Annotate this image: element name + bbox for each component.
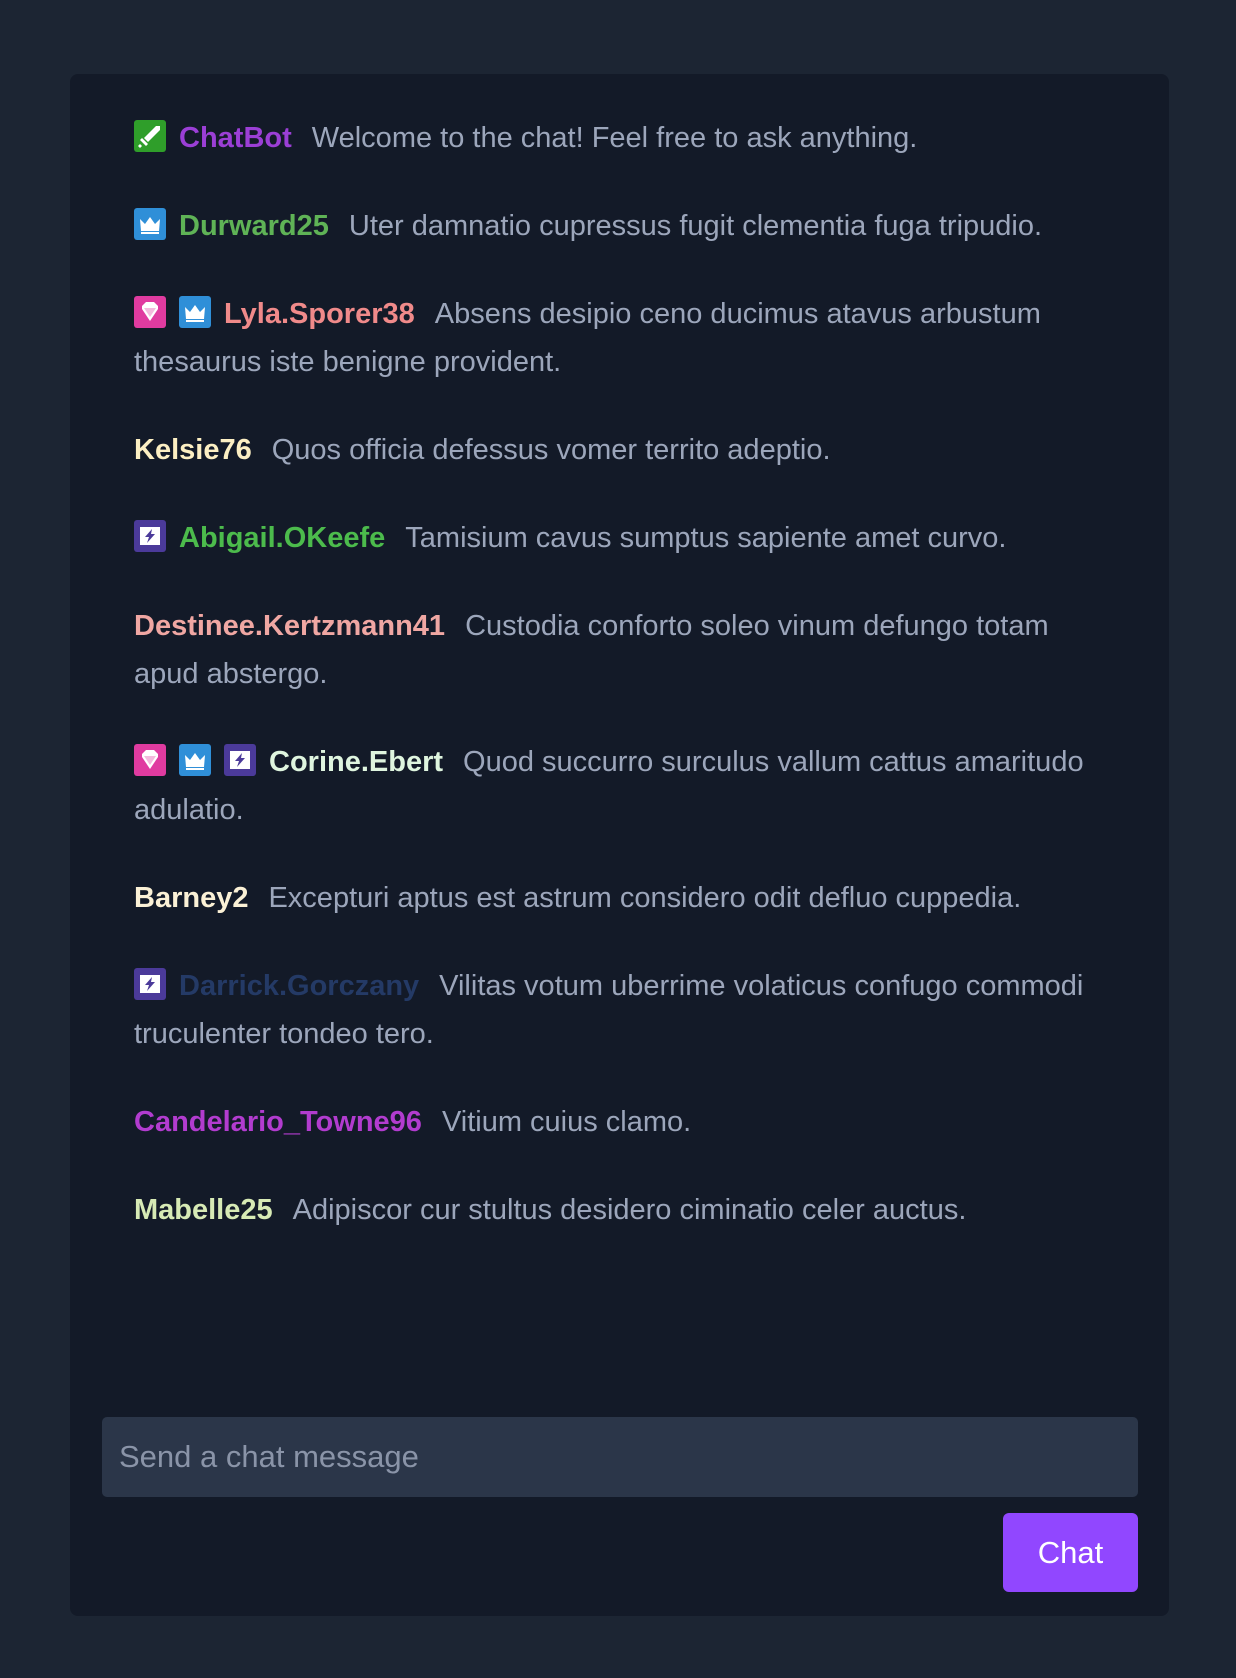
chat-username[interactable]: Destinee.Kertzmann41 — [134, 610, 445, 642]
chat-username[interactable]: Lyla.Sporer38 — [224, 298, 415, 330]
chat-username[interactable]: Durward25 — [179, 210, 329, 242]
chat-message: Corine.Ebert Quod succurro surculus vallu… — [134, 738, 1114, 834]
chat-username[interactable]: Barney2 — [134, 882, 248, 914]
chat-message-text: Vitium cuius clamo. — [441, 1106, 692, 1138]
chat-message-text: Welcome to the chat! Feel free to ask an… — [311, 122, 918, 154]
chat-username[interactable]: Candelario_Towne96 — [134, 1106, 422, 1138]
chat-username[interactable]: ChatBot — [179, 122, 292, 154]
prime-icon — [224, 744, 256, 776]
chat-message-text: Quos officia defessus vomer territo adep… — [271, 434, 831, 466]
chat-message: Candelario_Towne96 Vitium cuius clamo. — [134, 1098, 1114, 1146]
crown-icon — [179, 296, 211, 328]
chat-message: Mabelle25 Adipiscor cur stultus desidero … — [134, 1186, 1114, 1234]
chat-message: Lyla.Sporer38 Absens desipio ceno ducimus… — [134, 290, 1114, 386]
chat-username[interactable]: Kelsie76 — [134, 434, 252, 466]
chat-message: ChatBot Welcome to the chat! Feel free to… — [134, 114, 1114, 162]
chat-username[interactable]: Corine.Ebert — [269, 746, 443, 778]
chat-username[interactable]: Abigail.OKeefe — [179, 522, 385, 554]
prime-icon — [134, 968, 166, 1000]
chat-message-text: Adipiscor cur stultus desidero ciminatio… — [292, 1194, 967, 1226]
prime-icon — [134, 520, 166, 552]
sword-icon — [134, 120, 166, 152]
chat-message-text: Uter damnatio cupressus fugit clementia … — [348, 210, 1043, 242]
chat-message-list: ChatBot Welcome to the chat! Feel free to… — [134, 114, 1114, 1274]
gem-icon — [134, 296, 166, 328]
chat-message: Barney2 Excepturi aptus est astrum consid… — [134, 874, 1114, 922]
crown-icon — [134, 208, 166, 240]
chat-panel: ChatBot Welcome to the chat! Feel free to… — [70, 74, 1169, 1616]
chat-message: Destinee.Kertzmann41 Custodia conforto so… — [134, 602, 1114, 698]
chat-message: Durward25 Uter damnatio cupressus fugit c… — [134, 202, 1114, 250]
chat-message-input[interactable] — [102, 1417, 1138, 1497]
chat-message: Kelsie76 Quos officia defessus vomer terr… — [134, 426, 1114, 474]
chat-message-text: Excepturi aptus est astrum considero odi… — [268, 882, 1022, 914]
chat-username[interactable]: Darrick.Gorczany — [179, 970, 419, 1002]
chat-message: Abigail.OKeefe Tamisium cavus sumptus sap… — [134, 514, 1114, 562]
gem-icon — [134, 744, 166, 776]
chat-username[interactable]: Mabelle25 — [134, 1194, 273, 1226]
chat-message-text: Tamisium cavus sumptus sapiente amet cur… — [405, 522, 1007, 554]
chat-send-button[interactable]: Chat — [1003, 1513, 1138, 1592]
crown-icon — [179, 744, 211, 776]
chat-message: Darrick.Gorczany Vilitas votum uberrime v… — [134, 962, 1114, 1058]
